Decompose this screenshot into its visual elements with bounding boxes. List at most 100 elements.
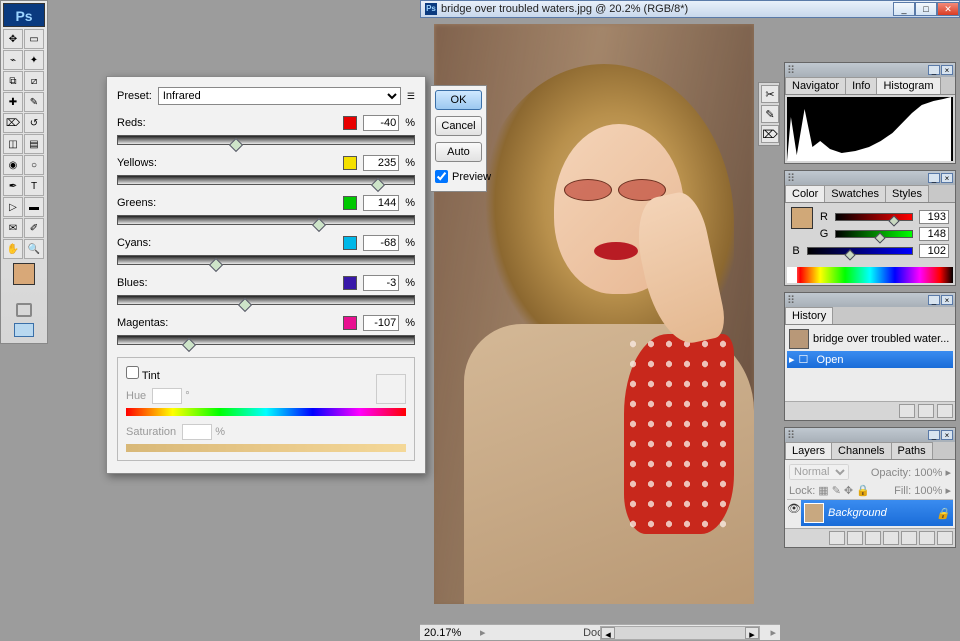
quickmask-toggle[interactable] [16, 303, 32, 317]
hand-tool[interactable]: ✋ [3, 239, 23, 259]
preset-select[interactable]: Infrared [158, 87, 401, 105]
g-slider[interactable] [835, 230, 913, 238]
panel-min-icon[interactable]: _ [928, 173, 940, 183]
color-swatch[interactable] [791, 207, 813, 229]
b-slider[interactable] [807, 247, 913, 255]
channel-slider[interactable] [117, 135, 415, 145]
fill-value[interactable]: 100% [914, 485, 942, 497]
visibility-toggle[interactable]: 👁 [787, 500, 801, 526]
move-tool[interactable]: ✥ [3, 29, 23, 49]
panel-close-icon[interactable]: × [941, 430, 953, 440]
cancel-button[interactable]: Cancel [435, 116, 482, 136]
lock-trans-icon[interactable]: ▦ [818, 484, 828, 497]
tab-layers[interactable]: Layers [785, 442, 832, 459]
new-doc-icon[interactable] [918, 404, 934, 418]
maximize-button[interactable]: □ [915, 2, 937, 16]
dodge-tool[interactable]: ○ [24, 155, 44, 175]
ok-button[interactable]: OK [435, 90, 482, 110]
notes-tool[interactable]: ✉ [3, 218, 23, 238]
new-layer-icon[interactable] [919, 531, 935, 545]
lock-move-icon[interactable]: ✥ [844, 484, 853, 497]
tab-channels[interactable]: Channels [831, 442, 891, 459]
history-brush-tool[interactable]: ↺ [24, 113, 44, 133]
channel-input[interactable] [363, 315, 399, 331]
adjustment-icon[interactable] [883, 531, 899, 545]
zoom-tool[interactable]: 🔍 [24, 239, 44, 259]
lasso-tool[interactable]: ⌁ [3, 50, 23, 70]
panel-min-icon[interactable]: _ [928, 65, 940, 75]
history-snapshot[interactable]: bridge over troubled water... [787, 327, 953, 351]
r-input[interactable] [919, 210, 949, 224]
shape-tool[interactable]: ▬ [24, 197, 44, 217]
group-icon[interactable] [901, 531, 917, 545]
trash-icon[interactable] [937, 531, 953, 545]
close-button[interactable]: ✕ [937, 2, 959, 16]
channel-input[interactable] [363, 115, 399, 131]
tint-checkbox[interactable]: Tint [126, 370, 160, 382]
tab-swatches[interactable]: Swatches [824, 185, 886, 202]
dock-clone-icon[interactable]: ⌦ [761, 125, 779, 143]
lock-paint-icon[interactable]: ✎ [832, 484, 841, 497]
channel-input[interactable] [363, 275, 399, 291]
screenmode-toggle[interactable] [14, 323, 34, 337]
channel-slider[interactable] [117, 295, 415, 305]
b-input[interactable] [919, 244, 949, 258]
opacity-value[interactable]: 100% [914, 467, 942, 479]
slice-tool[interactable]: ⧄ [24, 71, 44, 91]
channel-slider[interactable] [117, 215, 415, 225]
tab-styles[interactable]: Styles [885, 185, 929, 202]
grip-icon[interactable]: ⠿ [787, 64, 797, 77]
tab-info[interactable]: Info [845, 77, 877, 94]
panel-min-icon[interactable]: _ [928, 430, 940, 440]
panel-close-icon[interactable]: × [941, 173, 953, 183]
grip-icon[interactable]: ⠿ [787, 429, 797, 442]
fx-icon[interactable] [847, 531, 863, 545]
preview-checkbox[interactable]: Preview [435, 170, 482, 183]
layer-background[interactable]: Background 🔒 [801, 500, 953, 526]
link-icon[interactable] [829, 531, 845, 545]
path-tool[interactable]: ▷ [3, 197, 23, 217]
wand-tool[interactable]: ✦ [24, 50, 44, 70]
preset-menu-icon[interactable]: ☰ [407, 91, 415, 102]
grip-icon[interactable]: ⠿ [787, 172, 797, 185]
panel-close-icon[interactable]: × [941, 295, 953, 305]
g-input[interactable] [919, 227, 949, 241]
new-snapshot-icon[interactable] [899, 404, 915, 418]
minimize-button[interactable]: _ [893, 2, 915, 16]
h-scrollbar[interactable]: ◂▸ [600, 626, 760, 640]
history-step-open[interactable]: ▸ ☐ Open [787, 351, 953, 368]
mask-icon[interactable] [865, 531, 881, 545]
stamp-tool[interactable]: ⌦ [3, 113, 23, 133]
dock-options-icon[interactable]: ✂ [761, 85, 779, 103]
grip-icon[interactable]: ⠿ [787, 294, 797, 307]
type-tool[interactable]: T [24, 176, 44, 196]
foreground-swatch[interactable] [13, 263, 35, 285]
r-slider[interactable] [835, 213, 913, 221]
brush-tool[interactable]: ✎ [24, 92, 44, 112]
crop-tool[interactable]: ⧉ [3, 71, 23, 91]
document-titlebar[interactable]: Ps bridge over troubled waters.jpg @ 20.… [420, 0, 960, 18]
tab-paths[interactable]: Paths [891, 442, 933, 459]
eyedropper-tool[interactable]: ✐ [24, 218, 44, 238]
channel-input[interactable] [363, 195, 399, 211]
lock-all-icon[interactable]: 🔒 [856, 484, 870, 497]
channel-slider[interactable] [117, 255, 415, 265]
eraser-tool[interactable]: ◫ [3, 134, 23, 154]
channel-slider[interactable] [117, 335, 415, 345]
channel-input[interactable] [363, 235, 399, 251]
zoom-field[interactable]: 20.17% [424, 627, 474, 639]
panel-min-icon[interactable]: _ [928, 295, 940, 305]
trash-icon[interactable] [937, 404, 953, 418]
panel-close-icon[interactable]: × [941, 65, 953, 75]
heal-tool[interactable]: ✚ [3, 92, 23, 112]
spectrum-ramp[interactable] [787, 267, 953, 283]
gradient-tool[interactable]: ▤ [24, 134, 44, 154]
blur-tool[interactable]: ◉ [3, 155, 23, 175]
tab-histogram[interactable]: Histogram [876, 77, 940, 94]
tab-history[interactable]: History [785, 307, 833, 324]
auto-button[interactable]: Auto [435, 142, 482, 162]
pen-tool[interactable]: ✒ [3, 176, 23, 196]
tab-color[interactable]: Color [785, 185, 825, 202]
channel-input[interactable] [363, 155, 399, 171]
tab-navigator[interactable]: Navigator [785, 77, 846, 94]
